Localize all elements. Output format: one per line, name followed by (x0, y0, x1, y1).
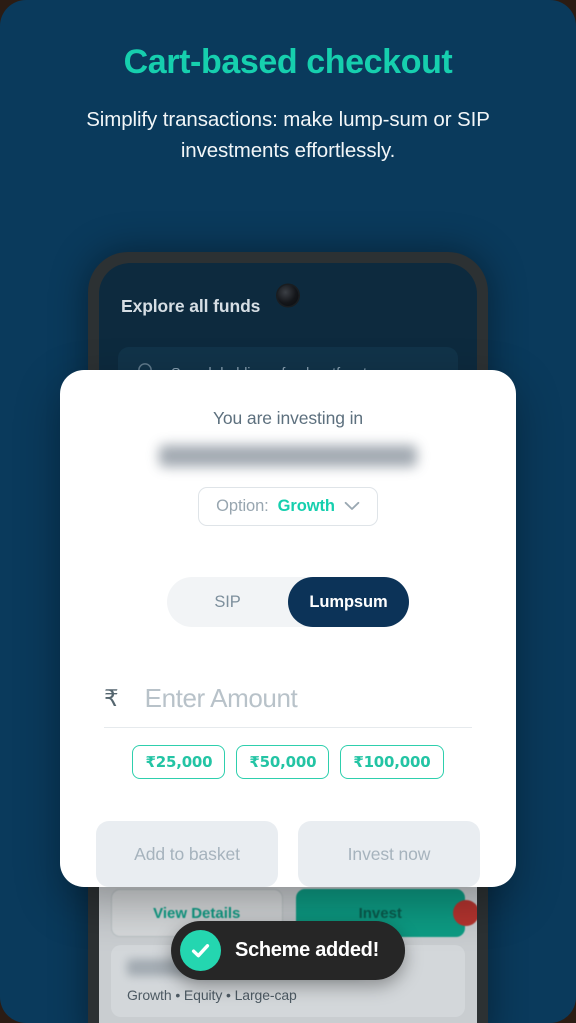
hero-header: Cart-based checkout Simplify transaction… (0, 0, 576, 166)
option-dropdown[interactable]: Option: Growth (198, 487, 378, 526)
quick-amount-chip[interactable]: ₹100,000 (340, 745, 444, 779)
toast-message: Scheme added! (235, 939, 379, 961)
toggle-option-lumpsum[interactable]: Lumpsum (288, 577, 409, 627)
quick-amount-chips: ₹25,000 ₹50,000 ₹100,000 (96, 745, 480, 779)
invest-button-label: Invest (358, 904, 402, 922)
explore-all-funds-title: Explore all funds (121, 296, 261, 316)
page-title: Cart-based checkout (123, 43, 453, 81)
option-value: Growth (277, 497, 335, 515)
investing-in-label: You are investing in (212, 408, 364, 428)
modal-fund-name-redacted (159, 445, 417, 467)
modal-action-row: Add to basket Invest now (96, 821, 480, 887)
hero-subtitle: Simplify transactions: make lump-sum or … (86, 108, 490, 163)
cart-badge (453, 900, 477, 926)
promo-canvas: Cart-based checkout Simplify transaction… (0, 0, 576, 1023)
quick-amount-chip[interactable]: ₹50,000 (236, 745, 330, 779)
toast-notification: Scheme added! (171, 921, 405, 980)
amount-input[interactable]: Enter Amount (145, 683, 472, 714)
toggle-option-sip[interactable]: SIP (167, 577, 288, 627)
fund-meta: Growth • Equity • Large-cap (127, 987, 297, 1003)
add-to-basket-button[interactable]: Add to basket (96, 821, 278, 887)
amount-input-row[interactable]: ₹ Enter Amount (104, 683, 472, 728)
investment-modal: You are investing in Option: Growth SIP … (60, 370, 516, 887)
quick-amount-chip[interactable]: ₹25,000 (132, 745, 226, 779)
chevron-down-icon (344, 497, 360, 516)
option-label: Option: (216, 497, 269, 515)
check-circle-icon (180, 930, 222, 971)
invest-now-button[interactable]: Invest now (298, 821, 480, 887)
camera-icon (277, 285, 299, 306)
investment-mode-toggle[interactable]: SIP Lumpsum (167, 577, 409, 627)
rupee-icon: ₹ (104, 685, 119, 712)
